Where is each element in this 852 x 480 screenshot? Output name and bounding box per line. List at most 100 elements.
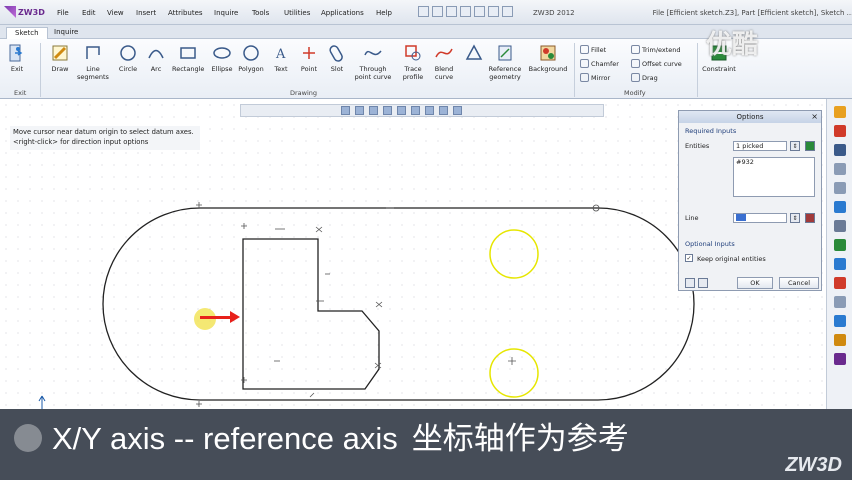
angle-icon[interactable] — [833, 258, 846, 270]
filter-icon[interactable] — [425, 106, 434, 115]
trim-extend-button[interactable]: Trim/extend — [631, 45, 681, 54]
reference-geometry-button[interactable]: Reference geometry — [486, 43, 524, 81]
entities-confirm-icon[interactable] — [805, 141, 815, 151]
ellipse-label: Ellipse — [211, 65, 233, 73]
open-file-icon[interactable] — [432, 6, 443, 17]
menu-attributes[interactable]: Attributes — [168, 9, 203, 17]
menu-file[interactable]: File — [57, 9, 69, 17]
mirror-button[interactable]: Mirror — [580, 73, 610, 82]
view-iso-icon[interactable] — [369, 106, 378, 115]
menu-applications[interactable]: Applications — [321, 9, 364, 17]
undo-icon[interactable] — [474, 6, 485, 17]
slot-icon — [329, 45, 343, 62]
target-icon[interactable] — [833, 163, 846, 175]
wireframe-icon[interactable] — [397, 106, 406, 115]
doc-title: File [Efficient sketch.Z3], Part [Effici… — [652, 9, 852, 17]
menu-inquire[interactable]: Inquire — [214, 9, 238, 17]
cancel-button[interactable]: Cancel — [779, 277, 819, 289]
print-icon[interactable] — [460, 6, 471, 17]
entities-field[interactable]: 1 picked — [733, 141, 787, 151]
vertical-icon[interactable] — [833, 220, 846, 232]
grid-icon[interactable] — [411, 106, 420, 115]
constraint-tool-icon[interactable] — [833, 144, 846, 156]
entity-list[interactable]: #932 — [733, 157, 815, 197]
tangent-icon[interactable] — [833, 277, 846, 289]
menu-tools[interactable]: Tools — [252, 9, 269, 17]
mirror-tool-icon[interactable] — [833, 296, 846, 308]
offset-curve-button[interactable]: Offset curve — [631, 59, 682, 68]
entities-select-icon[interactable]: ⇕ — [790, 141, 800, 151]
right-toolbar — [826, 99, 852, 409]
tab-inquire[interactable]: Inquire — [46, 27, 86, 39]
polygon-button[interactable]: Polygon — [235, 43, 267, 73]
new-file-icon[interactable] — [418, 6, 429, 17]
mirror-label: Mirror — [591, 73, 611, 82]
reference-icon — [498, 45, 512, 61]
compass-icon[interactable] — [833, 182, 846, 194]
group-drawing-label: Drawing — [290, 89, 318, 97]
menu-edit[interactable]: Edit — [82, 9, 96, 17]
arc-button[interactable]: Arc — [140, 43, 172, 73]
magnifier-icon — [14, 424, 42, 452]
color-icon[interactable] — [453, 106, 462, 115]
settings-icon[interactable] — [502, 6, 513, 17]
view-top-icon[interactable] — [355, 106, 364, 115]
group-modify-label: Modify — [624, 89, 646, 97]
drag-button[interactable]: Drag — [631, 73, 658, 82]
quick-access-toolbar — [418, 6, 513, 17]
line-confirm-icon[interactable] — [805, 213, 815, 223]
history-icon[interactable] — [698, 278, 708, 288]
line-icon — [86, 46, 100, 59]
redo-icon[interactable] — [488, 6, 499, 17]
app-logo[interactable]: ZW3D — [4, 4, 45, 20]
spline-icon — [364, 50, 382, 56]
pencil-icon — [52, 45, 68, 61]
ellipse-icon — [213, 47, 231, 59]
exit-button[interactable]: Exit — [4, 43, 30, 73]
trace-profile-button[interactable]: Trace profile — [397, 43, 429, 81]
blend-curve-button[interactable]: Blend curve — [428, 43, 460, 81]
draw-button[interactable]: Draw — [44, 43, 76, 73]
keep-checkbox[interactable]: ✓ — [685, 254, 693, 262]
chamfer-button[interactable]: Chamfer — [580, 59, 619, 68]
line-tool-icon[interactable] — [833, 201, 846, 213]
ok-button[interactable]: OK — [737, 277, 773, 289]
fix-icon[interactable] — [833, 315, 846, 327]
view-toolbar — [240, 104, 604, 117]
save-icon[interactable] — [446, 6, 457, 17]
through-point-curve-button[interactable]: Through point curve — [354, 43, 392, 81]
layer-icon[interactable] — [439, 106, 448, 115]
menu-utilities[interactable]: Utilities — [284, 9, 310, 17]
background-button[interactable]: Background — [528, 43, 568, 73]
tab-sketch[interactable]: Sketch — [6, 27, 48, 39]
required-inputs-label: Required Inputs — [685, 127, 737, 135]
close-icon[interactable]: × — [811, 111, 818, 123]
menu-help[interactable]: Help — [376, 9, 392, 17]
line-segments-button[interactable]: Line segments — [77, 43, 109, 81]
options-panel: Options × Required Inputs Entities 1 pick… — [678, 110, 822, 291]
parallel-icon[interactable] — [833, 239, 846, 251]
entities-label: Entities — [685, 142, 710, 150]
through-point-curve-label: Through point curve — [354, 65, 392, 81]
dimension-icon[interactable] — [833, 125, 846, 137]
help-icon[interactable] — [685, 278, 695, 288]
menu-view[interactable]: View — [107, 9, 124, 17]
pencil-tool-icon[interactable] — [833, 106, 846, 118]
slot-button[interactable]: Slot — [321, 43, 353, 73]
offset-icon — [631, 59, 640, 68]
view-cube-icon[interactable] — [341, 106, 350, 115]
optional-inputs-label: Optional Inputs — [685, 240, 735, 248]
line-field[interactable] — [733, 213, 787, 223]
fillet-button[interactable]: Fillet — [580, 45, 606, 54]
background-icon — [540, 45, 556, 61]
menu-insert[interactable]: Insert — [136, 9, 156, 17]
point-label: Point — [300, 65, 318, 73]
shading-icon[interactable] — [383, 106, 392, 115]
equal-icon[interactable] — [833, 334, 846, 346]
line-select-icon[interactable]: ⇕ — [790, 213, 800, 223]
rectangle-button[interactable]: Rectangle — [172, 43, 204, 73]
slot-outline — [102, 207, 695, 401]
ellipse-button[interactable]: Ellipse — [206, 43, 238, 73]
ribbon-divider — [574, 43, 575, 97]
symmetric-icon[interactable] — [833, 353, 846, 365]
